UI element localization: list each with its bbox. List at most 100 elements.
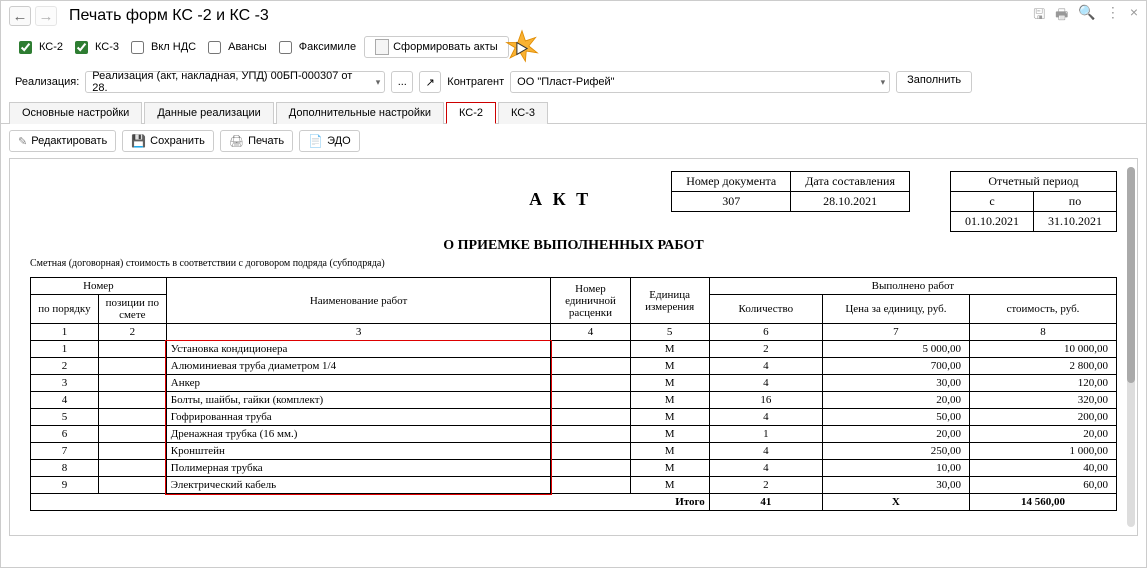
- checkbox-ks3-input[interactable]: [75, 41, 88, 54]
- period-from: 01.10.2021: [951, 212, 1034, 232]
- table-cell: [551, 443, 630, 460]
- table-cell: [551, 460, 630, 477]
- th-done: Выполнено работ: [709, 278, 1116, 295]
- realization-open-button[interactable]: ↗: [419, 71, 441, 93]
- checkbox-faksimile[interactable]: Факсимиле: [275, 38, 356, 57]
- tab-main[interactable]: Основные настройки: [9, 102, 142, 124]
- th-qty: Количество: [709, 295, 822, 324]
- akt-title: А К Т: [529, 189, 591, 210]
- total-qty: 41: [709, 494, 822, 511]
- table-cell: 10 000,00: [969, 341, 1116, 358]
- tab-extra[interactable]: Дополнительные настройки: [276, 102, 444, 124]
- pencil-icon: [18, 135, 27, 148]
- table-cell: 5 000,00: [822, 341, 969, 358]
- edit-label: Редактировать: [31, 135, 107, 147]
- print-button[interactable]: Печать: [220, 130, 293, 152]
- period-table: Отчетный период с по 01.10.2021 31.10.20…: [950, 171, 1117, 232]
- doc-date-header: Дата составления: [791, 172, 910, 192]
- table-cell: 250,00: [822, 443, 969, 460]
- checkbox-avansy-input[interactable]: [208, 41, 221, 54]
- realization-label: Реализация:: [15, 76, 79, 88]
- table-cell: 4: [709, 460, 822, 477]
- checkbox-faksimile-input[interactable]: [279, 41, 292, 54]
- save-icon[interactable]: 🖫: [1033, 4, 1045, 28]
- table-cell: Электрический кабель: [166, 477, 551, 494]
- table-cell: 200,00: [969, 409, 1116, 426]
- checkbox-label: Факсимиле: [299, 41, 356, 53]
- table-cell: 30,00: [822, 375, 969, 392]
- search-icon[interactable]: 🔍: [1078, 4, 1095, 28]
- table-row: 4Болты, шайбы, гайки (комплект)М1620,003…: [31, 392, 1117, 409]
- scroll-thumb[interactable]: [1127, 167, 1135, 383]
- tab-ks3[interactable]: КС-3: [498, 102, 548, 124]
- realization-value: Реализация (акт, накладная, УПД) 00БП-00…: [92, 70, 364, 94]
- checkbox-vkl-nds-input[interactable]: [131, 41, 144, 54]
- total-label: Итого: [31, 494, 710, 511]
- contractor-dropdown[interactable]: ОО "Пласт-Рифей": [510, 71, 890, 93]
- th-order: по порядку: [31, 295, 99, 324]
- fill-label: Заполнить: [907, 74, 961, 86]
- table-cell: 4: [709, 375, 822, 392]
- print-icon[interactable]: 🖶: [1055, 4, 1068, 28]
- period-to-header: по: [1034, 192, 1117, 212]
- contractor-label: Контрагент: [447, 76, 504, 88]
- table-cell: М: [630, 392, 709, 409]
- tabs: Основные настройки Данные реализации Доп…: [1, 101, 1146, 124]
- checkbox-ks2-input[interactable]: [19, 41, 32, 54]
- table-cell: Кронштейн: [166, 443, 551, 460]
- nav-forward-button[interactable]: →: [35, 6, 57, 26]
- table-cell: М: [630, 375, 709, 392]
- document-icon: [375, 39, 389, 55]
- checkbox-avansy[interactable]: Авансы: [204, 38, 267, 57]
- table-cell: 10,00: [822, 460, 969, 477]
- checkbox-ks3[interactable]: КС-3: [71, 38, 119, 57]
- page-title: Печать форм КС -2 и КС -3: [69, 7, 269, 25]
- toolbar-checkboxes: КС-2 КС-3 Вкл НДС Авансы Факсимиле Сформ…: [1, 31, 1146, 67]
- table-cell: 320,00: [969, 392, 1116, 409]
- table-cell: 30,00: [822, 477, 969, 494]
- table-row: 1Установка кондиционераМ25 000,0010 000,…: [31, 341, 1117, 358]
- edo-button[interactable]: ЭДО: [299, 130, 360, 152]
- table-cell: М: [630, 341, 709, 358]
- table-cell: 1: [709, 426, 822, 443]
- toolbar-document: Редактировать Сохранить Печать ЭДО: [1, 124, 1146, 158]
- titlebar: ← → Печать форм КС -2 и КС -3 🖫 🖶 🔍 ⋮ ×: [1, 1, 1146, 31]
- checkbox-ks2[interactable]: КС-2: [15, 38, 63, 57]
- document-view[interactable]: А К Т Номер документа Дата составления 3…: [9, 158, 1138, 536]
- tab-ks2[interactable]: КС-2: [446, 102, 496, 124]
- table-cell: [98, 426, 166, 443]
- edit-button[interactable]: Редактировать: [9, 130, 116, 152]
- table-cell: 4: [31, 392, 99, 409]
- contractor-value: ОО "Пласт-Рифей": [517, 76, 614, 88]
- table-cell: 2: [709, 341, 822, 358]
- table-cell: Алюминиевая труба диаметром 1/4: [166, 358, 551, 375]
- more-icon[interactable]: ⋮: [1106, 4, 1120, 28]
- table-cell: 2: [709, 477, 822, 494]
- doc-no: 307: [672, 192, 791, 212]
- save-icon: [131, 134, 146, 148]
- th-price: Цена за единицу, руб.: [822, 295, 969, 324]
- checkbox-label: Авансы: [228, 41, 267, 53]
- save-button[interactable]: Сохранить: [122, 130, 214, 152]
- col-number: 1: [31, 324, 99, 341]
- tab-realization-data[interactable]: Данные реализации: [144, 102, 273, 124]
- table-cell: [551, 392, 630, 409]
- vertical-scrollbar[interactable]: [1127, 167, 1135, 527]
- table-row: 6Дренажная трубка (16 мм.)М120,0020,00: [31, 426, 1117, 443]
- col-number: 4: [551, 324, 630, 341]
- table-cell: Полимерная трубка: [166, 460, 551, 477]
- close-icon[interactable]: ×: [1130, 4, 1138, 28]
- form-acts-button[interactable]: Сформировать акты: [364, 36, 509, 58]
- th-cost: стоимость, руб.: [969, 295, 1116, 324]
- checkbox-ks2-label: КС-2: [39, 41, 63, 53]
- realization-select-button[interactable]: ...: [391, 71, 413, 93]
- th-unit: Единица измерения: [630, 278, 709, 324]
- table-cell: М: [630, 443, 709, 460]
- table-cell: [98, 375, 166, 392]
- realization-dropdown[interactable]: Реализация (акт, накладная, УПД) 00БП-00…: [85, 71, 385, 93]
- edo-label: ЭДО: [327, 135, 351, 147]
- checkbox-vkl-nds[interactable]: Вкл НДС: [127, 38, 196, 57]
- nav-back-button[interactable]: ←: [9, 6, 31, 26]
- table-cell: 40,00: [969, 460, 1116, 477]
- fill-button[interactable]: Заполнить: [896, 71, 972, 93]
